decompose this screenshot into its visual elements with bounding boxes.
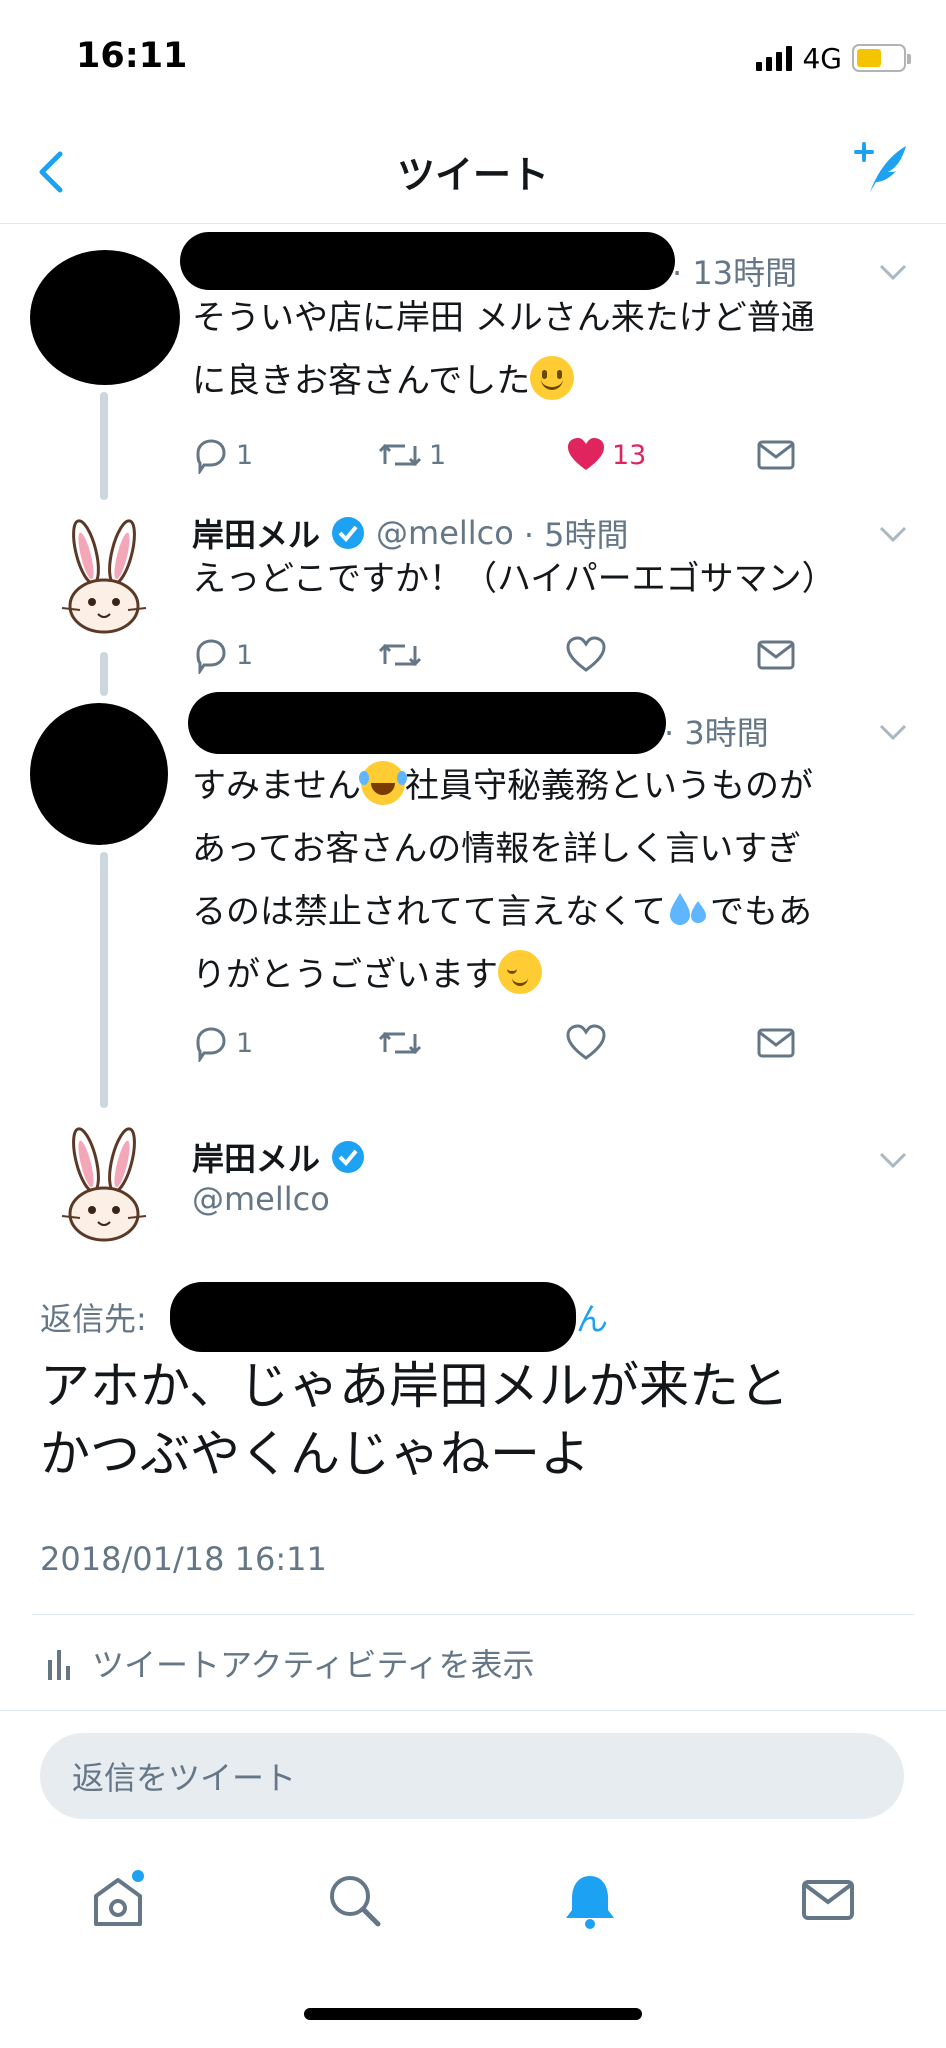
- tweet-text: えっどこですか！（ハイパーエゴサマン）: [192, 559, 836, 599]
- home-indicator[interactable]: [304, 2008, 642, 2020]
- user-handle[interactable]: @mellco: [192, 1180, 330, 1218]
- thread-line: [100, 652, 108, 696]
- verified-badge-icon: [332, 1141, 365, 1173]
- tab-bar: [0, 1850, 946, 1970]
- dm-button[interactable]: [756, 430, 796, 480]
- tweet-actions: 1: [192, 630, 892, 680]
- verified-badge-icon: [332, 517, 365, 549]
- reply-count: 1: [236, 1027, 254, 1059]
- chevron-down-icon[interactable]: [878, 524, 908, 544]
- reply-to-label: 返信先:: [40, 1300, 147, 1338]
- notifications-icon[interactable]: [560, 1870, 620, 1930]
- name-redacted: [188, 692, 666, 754]
- reply-icon: [196, 1027, 226, 1062]
- reply-count: 1: [236, 639, 254, 671]
- avatar-rabbit[interactable]: [54, 518, 154, 638]
- avatar-redacted[interactable]: [30, 703, 168, 845]
- reply-icon: [196, 439, 226, 474]
- relieved-face-emoji-icon: [498, 950, 542, 994]
- reply-to-redacted: [170, 1282, 576, 1352]
- retweet-icon: [378, 643, 422, 667]
- name-redacted: [180, 232, 675, 290]
- reply-button[interactable]: 1: [192, 1018, 253, 1068]
- tweet-activity-link[interactable]: ツイートアクティビティを表示: [46, 1640, 535, 1686]
- sweat-droplets-emoji-icon: [669, 893, 706, 925]
- main-tweet-author: 岸田メル: [192, 1134, 366, 1180]
- like-button[interactable]: [566, 630, 606, 680]
- mail-icon: [757, 1028, 795, 1058]
- tweet-text: すみません 社員守秘義務というものが あってお客さんの情報を詳しく言いすぎ るのは…: [192, 755, 912, 1007]
- reply-button[interactable]: 1: [192, 430, 253, 480]
- retweet-button[interactable]: [377, 630, 423, 680]
- retweet-button[interactable]: 1: [377, 430, 446, 480]
- retweet-count: 1: [429, 439, 447, 471]
- battery-icon: [852, 44, 911, 72]
- signal-icon: [756, 45, 793, 71]
- thread-line: [100, 392, 108, 500]
- smile-emoji-icon: [530, 356, 575, 400]
- heart-filled-icon: [568, 438, 604, 470]
- tears-of-joy-emoji-icon: [358, 761, 405, 805]
- reply-button[interactable]: 1: [192, 630, 253, 680]
- bar-chart-icon: [48, 1650, 70, 1680]
- tweet-actions: 1: [192, 1018, 892, 1068]
- main-tweet-text: アホか、じゃあ岸田メルが来たと かつぶやくんじゃねーよ: [40, 1357, 789, 1483]
- reply-placeholder: 返信をツイート: [72, 1759, 297, 1797]
- thread-line: [100, 852, 108, 1108]
- heart-outline-icon: [566, 1024, 606, 1060]
- network-type: 4G: [802, 41, 842, 75]
- tweet-actions: 1 1 13: [192, 430, 892, 480]
- chevron-down-icon[interactable]: [878, 722, 908, 742]
- divider: [0, 1710, 946, 1711]
- nav-bar: ツイート: [0, 120, 946, 224]
- messages-icon[interactable]: [798, 1870, 858, 1930]
- activity-label: ツイートアクティビティを表示: [92, 1646, 535, 1684]
- home-icon[interactable]: [88, 1870, 148, 1930]
- chevron-down-icon[interactable]: [878, 262, 908, 282]
- compose-tweet-icon[interactable]: [850, 138, 910, 198]
- status-indicators: 4G: [756, 40, 911, 76]
- user-handle[interactable]: @mellco: [376, 514, 514, 552]
- reply-count: 1: [236, 439, 254, 471]
- heart-outline-icon: [566, 636, 606, 672]
- like-count: 13: [612, 439, 647, 471]
- avatar-rabbit[interactable]: [54, 1126, 154, 1246]
- mail-icon: [757, 640, 795, 670]
- status-time: 16:11: [76, 36, 188, 76]
- chevron-down-icon[interactable]: [878, 1150, 908, 1170]
- retweet-icon: [378, 1031, 422, 1055]
- divider: [32, 1614, 914, 1615]
- like-button[interactable]: [566, 1018, 606, 1068]
- tweet-text: そういや店に岸田 メルさん来たけど普通 に良きお客さんでした: [192, 298, 815, 401]
- dm-button[interactable]: [756, 1018, 796, 1068]
- tweet-timestamp: 2018/01/18 16:11: [40, 1540, 327, 1578]
- reply-icon: [196, 639, 226, 674]
- reply-input[interactable]: 返信をツイート: [40, 1733, 904, 1819]
- retweet-button[interactable]: [377, 1018, 423, 1068]
- display-name[interactable]: 岸田メル: [192, 1134, 320, 1180]
- retweet-icon: [378, 443, 422, 467]
- page-title: ツイート: [396, 153, 549, 197]
- search-icon[interactable]: [324, 1870, 384, 1930]
- reply-to-handle-tail[interactable]: ん: [576, 1294, 608, 1340]
- avatar-redacted[interactable]: [30, 250, 180, 385]
- like-button[interactable]: 13: [566, 430, 646, 480]
- mail-icon: [757, 440, 795, 470]
- tweet-time: · 3時間: [664, 714, 769, 752]
- dm-button[interactable]: [756, 630, 796, 680]
